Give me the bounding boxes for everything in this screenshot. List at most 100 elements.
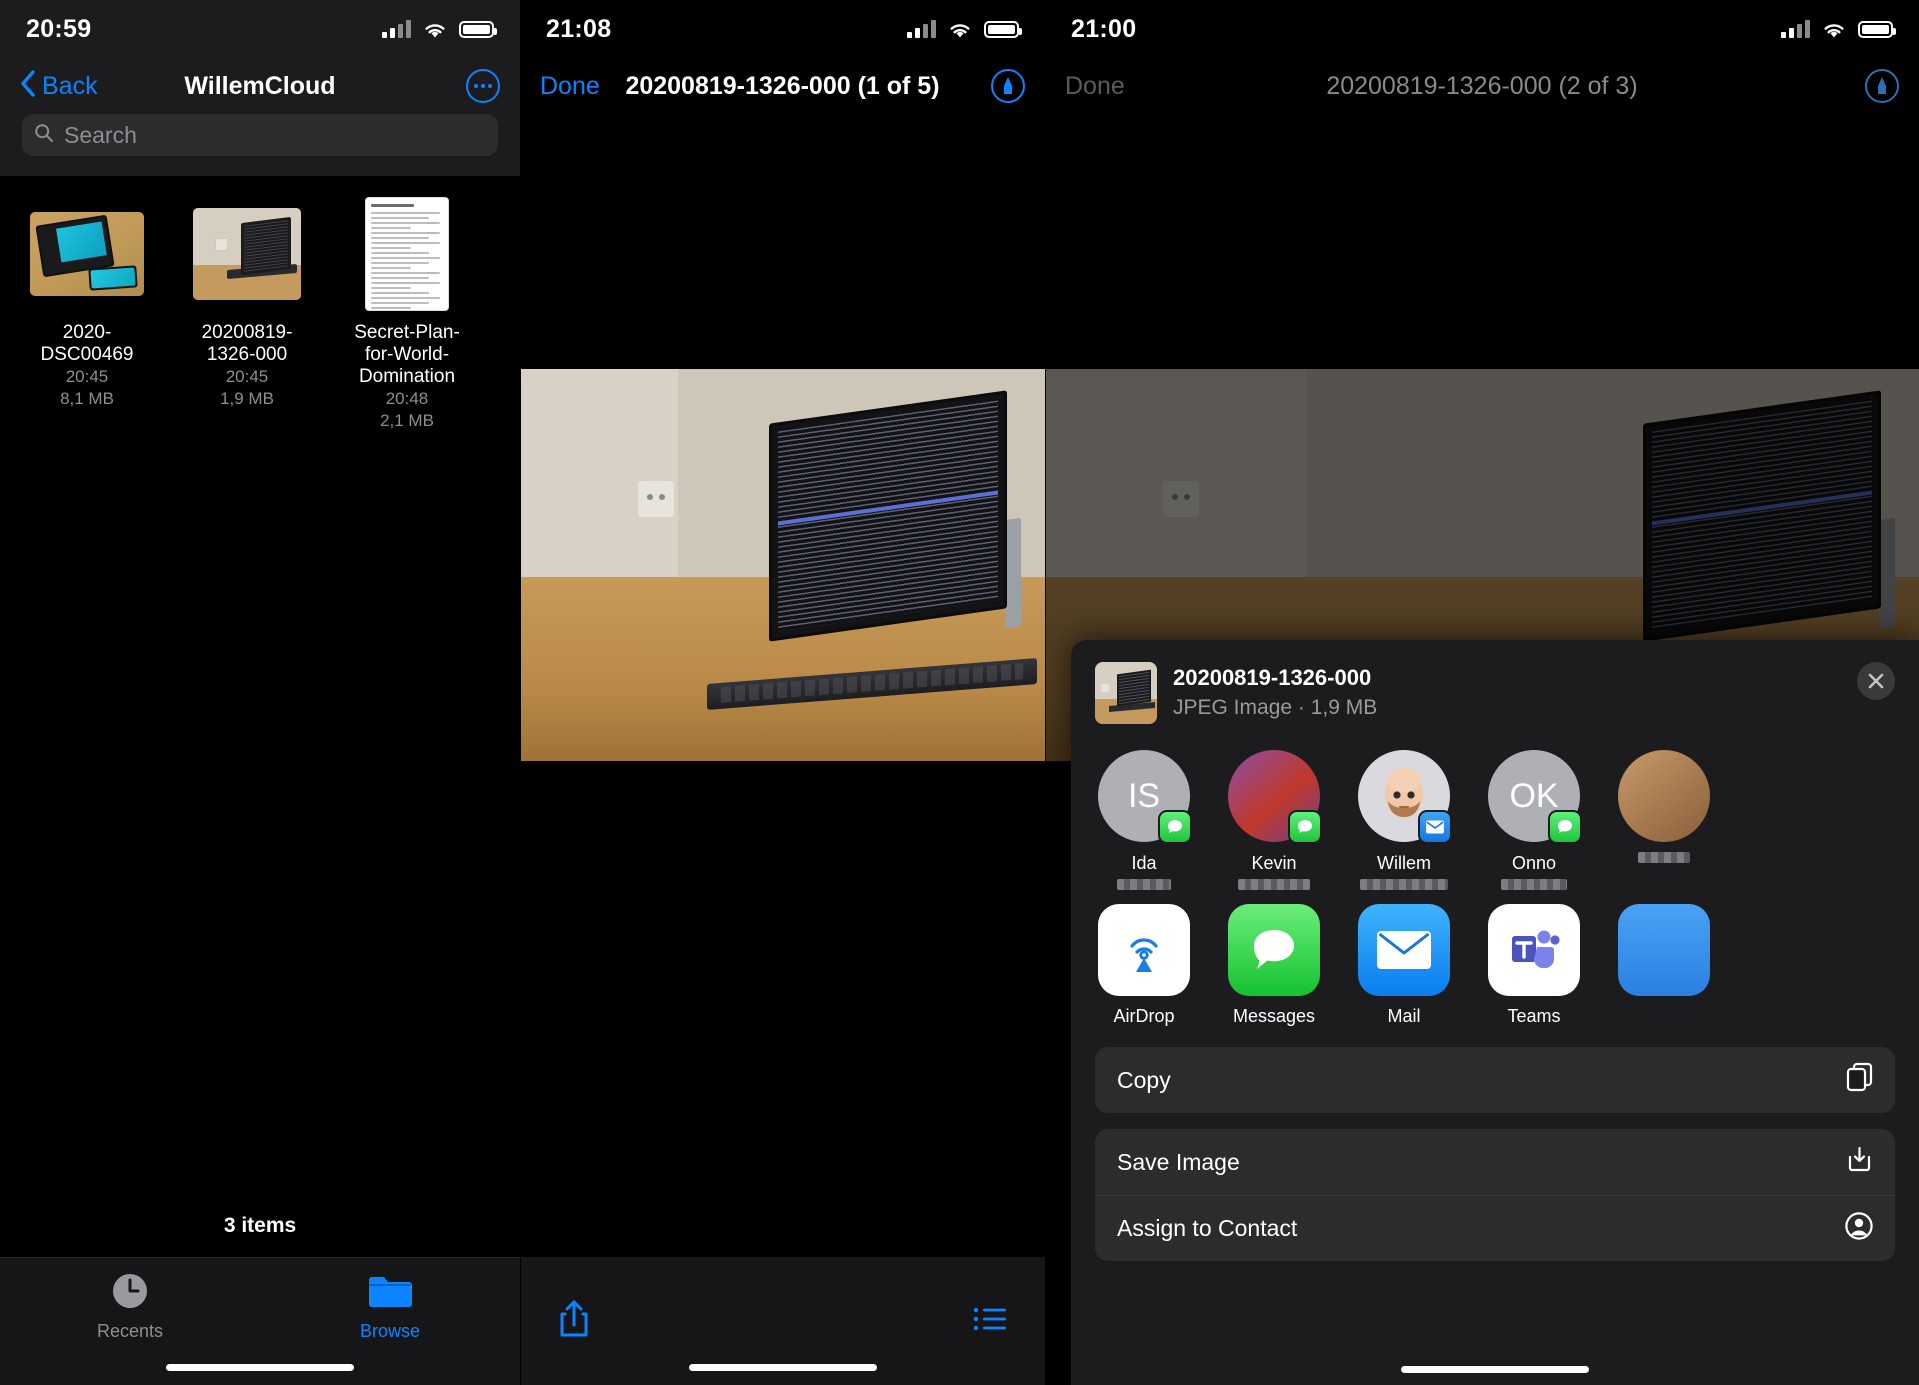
share-sheet-header: 20200819-1326-000 JPEG Image · 1,9 MB [1071, 640, 1919, 740]
search-input[interactable]: Search [22, 114, 498, 156]
app-item-more[interactable] [1615, 904, 1713, 1027]
file-name: 2020-DSC00469 [26, 322, 148, 366]
close-icon[interactable] [1857, 662, 1895, 700]
tab-browse[interactable]: Browse [260, 1272, 520, 1342]
file-size: 2,1 MB [346, 410, 468, 432]
app-item-messages[interactable]: Messages [1225, 904, 1323, 1027]
more-button[interactable] [466, 69, 500, 103]
items-count: 3 items [0, 1214, 520, 1238]
markup-pen-icon [1865, 69, 1899, 103]
avatar [1228, 750, 1320, 842]
photo-viewer-area[interactable] [520, 114, 1045, 1174]
tab-recents[interactable]: Recents [0, 1272, 260, 1342]
action-group-image: Save Image Assign to Contact [1095, 1129, 1895, 1261]
tab-bar: Recents Browse [0, 1257, 520, 1385]
avatar-initials: IS [1128, 777, 1160, 816]
share-icon[interactable] [558, 1299, 590, 1344]
panel-share-sheet: 21:00 Done 20200819-1326-000 (2 of 3) [1045, 0, 1919, 1385]
home-indicator[interactable] [166, 1364, 354, 1371]
file-size: 1,9 MB [186, 388, 308, 410]
markup-pen-icon [991, 69, 1025, 103]
thumbnail-photo-laptop-desk [193, 208, 301, 300]
navigation-bar: Done 20200819-1326-000 (1 of 5) [520, 58, 1045, 114]
back-button[interactable]: Back [20, 70, 98, 102]
mail-icon [1358, 904, 1450, 996]
app-label: Teams [1485, 1006, 1583, 1027]
panel-files-browser: 20:59 Back WillemCloud [0, 0, 520, 1385]
done-button[interactable]: Done [540, 72, 600, 101]
file-time: 20:45 [186, 366, 308, 388]
airdrop-icon [1098, 904, 1190, 996]
app-label: AirDrop [1095, 1006, 1193, 1027]
status-time: 21:00 [1071, 15, 1136, 44]
status-indicators [1781, 20, 1893, 39]
cellular-signal-icon [907, 20, 936, 38]
shared-file-thumbnail [1095, 662, 1157, 724]
avatar: OK [1488, 750, 1580, 842]
contact-detail-redacted [1638, 852, 1690, 863]
cellular-signal-icon [1781, 20, 1810, 38]
contact-detail-redacted [1501, 879, 1567, 890]
shared-file-info: 20200819-1326-000 JPEG Image · 1,9 MB [1173, 662, 1841, 722]
status-time: 21:08 [546, 15, 611, 44]
file-item[interactable]: Secret-Plan-for-World-Domination 20:48 2… [346, 198, 468, 432]
share-sheet: 20200819-1326-000 JPEG Image · 1,9 MB IS… [1071, 640, 1919, 1385]
file-name: 20200819-1326-000 [186, 322, 308, 366]
thumbnail-document-page [366, 198, 448, 310]
messages-badge-icon [1548, 810, 1582, 844]
file-thumbnail [346, 198, 468, 310]
file-item[interactable]: 2020-DSC00469 20:45 8,1 MB [26, 198, 148, 410]
status-time: 20:59 [26, 15, 91, 44]
teams-icon [1488, 904, 1580, 996]
folder-icon [367, 1272, 413, 1315]
markup-button[interactable] [1865, 69, 1899, 103]
messages-icon [1228, 904, 1320, 996]
file-name: Secret-Plan-for-World-Domination [346, 322, 468, 388]
contact-name: Kevin [1225, 852, 1323, 874]
app-item-airdrop[interactable]: AirDrop [1095, 904, 1193, 1027]
done-button[interactable]: Done [1065, 72, 1125, 101]
search-icon [34, 123, 54, 148]
file-item[interactable]: 20200819-1326-000 20:45 1,9 MB [186, 198, 308, 410]
status-bar: 20:59 [0, 0, 520, 58]
apps-row: AirDrop Messages Mail [1071, 894, 1919, 1031]
wifi-icon [1821, 20, 1847, 39]
panel-divider [520, 0, 521, 1385]
save-download-icon [1846, 1145, 1873, 1179]
contact-item[interactable]: IS Ida [1095, 750, 1193, 890]
list-icon[interactable] [973, 1306, 1007, 1337]
shared-file-title: 20200819-1326-000 [1173, 664, 1841, 692]
avatar [1618, 750, 1710, 842]
action-copy[interactable]: Copy [1095, 1047, 1895, 1113]
app-item-mail[interactable]: Mail [1355, 904, 1453, 1027]
contact-item[interactable]: Willem [1355, 750, 1453, 890]
contact-item[interactable]: OK Onno [1485, 750, 1583, 890]
status-bar: 21:08 [520, 0, 1045, 58]
contact-item[interactable] [1615, 750, 1713, 890]
contact-item[interactable]: Kevin [1225, 750, 1323, 890]
action-label: Save Image [1117, 1149, 1240, 1176]
more-dots-icon [466, 69, 500, 103]
action-save-image[interactable]: Save Image [1095, 1129, 1895, 1195]
copy-icon [1846, 1062, 1873, 1098]
battery-icon [984, 21, 1019, 38]
battery-icon [459, 21, 494, 38]
home-indicator[interactable] [1401, 1366, 1589, 1373]
viewer-toolbar [520, 1257, 1045, 1385]
search-placeholder: Search [64, 122, 137, 149]
app-item-teams[interactable]: Teams [1485, 904, 1583, 1027]
three-panel-screenshot: 20:59 Back WillemCloud [0, 0, 1919, 1385]
tab-label-browse: Browse [360, 1321, 420, 1342]
person-circle-icon [1845, 1212, 1873, 1246]
search-container: Search [0, 114, 520, 176]
photo-image [520, 369, 1045, 761]
action-label: Copy [1117, 1067, 1171, 1094]
action-assign-to-contact[interactable]: Assign to Contact [1095, 1195, 1895, 1261]
chevron-left-icon [20, 70, 36, 102]
file-grid: 2020-DSC00469 20:45 8,1 MB 20200819-1326… [0, 176, 520, 432]
app-label: Mail [1355, 1006, 1453, 1027]
file-time: 20:45 [26, 366, 148, 388]
markup-button[interactable] [991, 69, 1025, 103]
home-indicator[interactable] [689, 1364, 877, 1371]
messages-badge-icon [1158, 810, 1192, 844]
